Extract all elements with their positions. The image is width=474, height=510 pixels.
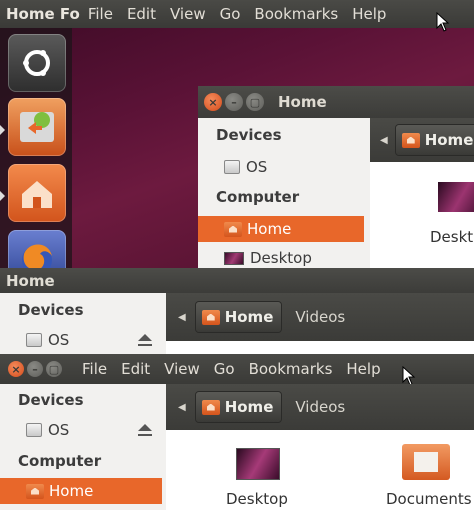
sidebar-item-home[interactable]: Home — [0, 478, 162, 504]
sidebar-item-os[interactable]: OS — [26, 329, 69, 351]
breadcrumb-videos[interactable]: Videos — [295, 398, 345, 416]
launcher-pip-icon — [0, 191, 5, 201]
file-view — [166, 341, 474, 354]
ubuntu-dash-icon[interactable] — [8, 34, 66, 92]
sidebar-item-label: OS — [48, 421, 70, 439]
file-browser-window-2: Home Devices OS ◀ Home Videos — [0, 268, 474, 354]
places-sidebar: Devices OS Computer Home — [0, 384, 166, 510]
menu-view[interactable]: View — [170, 5, 206, 23]
sidebar-item-label: Home — [49, 482, 94, 500]
file-view: Deskt — [370, 162, 474, 268]
sidebar-item-label: OS — [48, 331, 70, 349]
home-folder-icon[interactable] — [8, 164, 66, 222]
launcher — [0, 28, 72, 268]
documents-folder-icon[interactable] — [402, 444, 450, 480]
menu-go[interactable]: Go — [214, 360, 235, 378]
close-window-button[interactable]: × — [8, 361, 24, 377]
home-folder-icon — [201, 309, 220, 325]
home-folder-icon — [201, 399, 220, 415]
home-folder-icon — [401, 132, 420, 148]
minimize-window-button[interactable]: – — [225, 93, 243, 111]
back-arrow-icon[interactable]: ◀ — [380, 135, 388, 146]
places-sidebar: Devices OS Computer Home Desktop — [198, 118, 370, 268]
breadcrumb-label: Home — [224, 308, 274, 326]
menu-view[interactable]: View — [164, 360, 200, 378]
app-title: Home Fo — [6, 5, 80, 23]
menu-edit[interactable]: Edit — [127, 5, 156, 23]
sidebar-item-desktop[interactable]: Desktop — [224, 246, 312, 268]
computer-header: Computer — [216, 188, 300, 206]
window-title: Home — [6, 271, 55, 290]
sidebar-item-label: Desktop — [250, 249, 312, 267]
sidebar-item-label: OS — [246, 158, 268, 176]
minimize-window-button[interactable]: – — [27, 361, 43, 377]
file-view: Desktop Documents — [166, 430, 474, 510]
breadcrumb-home[interactable]: Home — [195, 302, 282, 332]
desktop-folder-icon[interactable] — [438, 182, 474, 212]
menu-file[interactable]: File — [88, 5, 113, 23]
eject-icon[interactable] — [138, 424, 152, 436]
home-folder-icon — [26, 483, 44, 499]
top-menu-bar: Home Fo File Edit View Go Bookmarks Help — [0, 0, 474, 28]
menu-go[interactable]: Go — [220, 5, 241, 23]
file-item-label: Deskt — [430, 228, 474, 246]
eject-icon[interactable] — [138, 334, 152, 346]
desktop-screenshot: Home Fo File Edit View Go Bookmarks Help… — [0, 0, 474, 268]
window-titlebar: Home — [0, 268, 474, 293]
firefox-icon[interactable] — [8, 230, 66, 268]
file-browser-window-3: × – ▢ File Edit View Go Bookmarks Help D… — [0, 354, 474, 510]
desktop-folder-icon[interactable] — [236, 448, 280, 480]
menu-edit[interactable]: Edit — [121, 360, 150, 378]
menu-help[interactable]: Help — [346, 360, 380, 378]
breadcrumb-videos[interactable]: Videos — [295, 308, 345, 326]
drive-icon — [26, 423, 42, 437]
sidebar-item-os[interactable]: OS — [26, 419, 69, 441]
back-arrow-icon[interactable]: ◀ — [178, 312, 186, 323]
breadcrumb-home[interactable]: Home — [395, 125, 474, 155]
menu-bookmarks[interactable]: Bookmarks — [249, 360, 333, 378]
window-title: Home — [278, 93, 327, 111]
menu-file[interactable]: File — [82, 360, 107, 378]
software-center-icon[interactable] — [8, 98, 66, 156]
breadcrumb-label: Home — [224, 398, 274, 416]
devices-header: Devices — [18, 301, 84, 319]
desktop-icon — [224, 251, 244, 265]
location-toolbar: ◀ Home Videos — [166, 293, 474, 341]
file-browser-window: × – ▢ Home Devices OS Computer Home Desk… — [198, 86, 474, 268]
places-sidebar: Devices OS — [0, 293, 166, 354]
sidebar-item-home[interactable]: Home — [198, 216, 364, 242]
home-folder-icon — [224, 221, 242, 237]
menu-bookmarks[interactable]: Bookmarks — [254, 5, 338, 23]
devices-header: Devices — [18, 391, 84, 409]
document-page-icon — [414, 452, 438, 472]
maximize-window-button[interactable]: ▢ — [246, 93, 264, 111]
window-titlebar: × – ▢ Home — [198, 86, 474, 118]
location-toolbar: ◀ Home Videos — [166, 384, 474, 430]
sidebar-item-label: Home — [247, 220, 292, 238]
close-window-button[interactable]: × — [204, 93, 222, 111]
file-item-label: Desktop — [226, 490, 288, 508]
devices-header: Devices — [216, 126, 282, 144]
computer-header: Computer — [18, 452, 102, 470]
breadcrumb-label: Home — [424, 131, 474, 149]
file-item-label: Documents — [386, 490, 472, 508]
back-arrow-icon[interactable]: ◀ — [178, 402, 186, 413]
menu-help[interactable]: Help — [352, 5, 386, 23]
location-toolbar: ◀ Home — [370, 118, 474, 162]
launcher-pip-icon — [0, 125, 5, 135]
maximize-window-button[interactable]: ▢ — [46, 361, 62, 377]
breadcrumb-home[interactable]: Home — [195, 392, 282, 422]
drive-icon — [224, 160, 240, 174]
sidebar-item-os[interactable]: OS — [224, 156, 267, 178]
drive-icon — [26, 333, 42, 347]
